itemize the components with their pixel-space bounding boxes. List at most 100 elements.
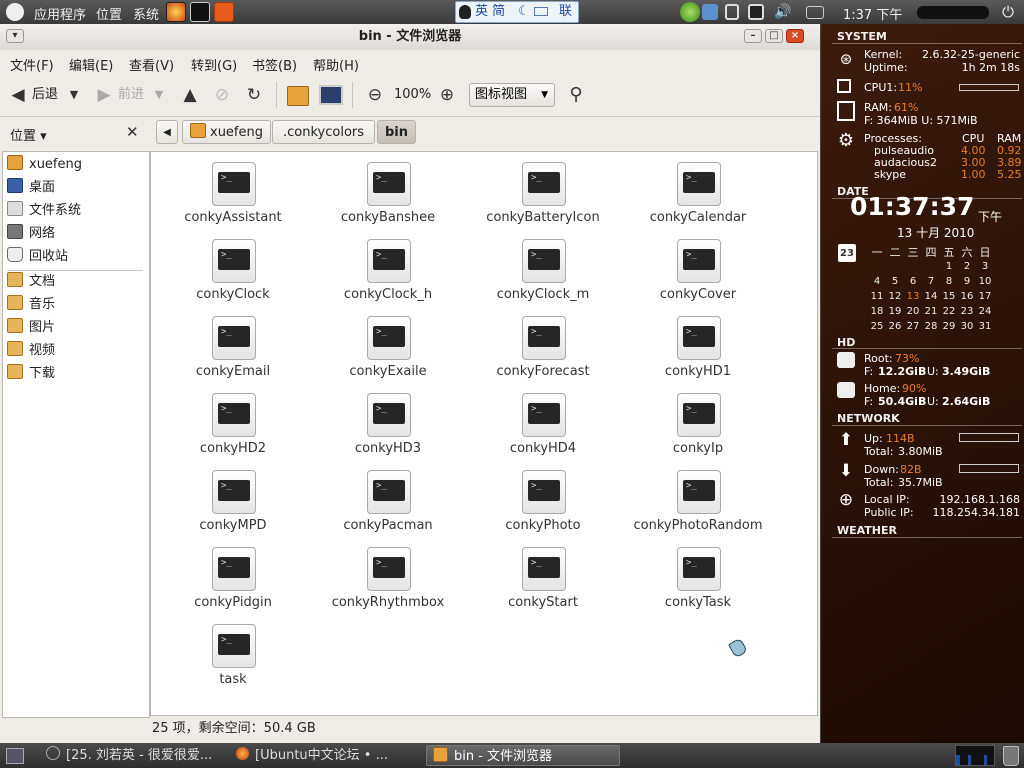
menu-go[interactable]: 转到(G): [191, 55, 237, 74]
breadcrumb-home[interactable]: xuefeng: [182, 120, 271, 144]
file-item[interactable]: >_ conkyStart: [468, 543, 618, 619]
menu-applications[interactable]: 应用程序: [34, 4, 86, 23]
back-button[interactable]: 后退: [32, 84, 58, 106]
input-method-bar[interactable]: 英 简 ☾ 联: [455, 1, 579, 23]
file-item[interactable]: >_ conkyHD1: [623, 312, 773, 388]
file-item[interactable]: >_ conkyRhythmbox: [313, 543, 463, 619]
ram-value: 61%: [894, 101, 919, 114]
sidebar-item-network[interactable]: 网络: [7, 224, 55, 244]
window-menu-button[interactable]: ▾: [6, 29, 24, 43]
download-launcher-icon[interactable]: [214, 2, 234, 22]
taskbar-item-music[interactable]: [25. 刘若英 - 很爱很爱...: [40, 745, 226, 766]
sidebar-header: 位置 ▾ ✕: [0, 117, 148, 149]
menu-file[interactable]: 文件(F): [10, 55, 54, 74]
script-file-icon: >_: [522, 547, 566, 591]
script-file-icon: >_: [522, 393, 566, 437]
maximize-button[interactable]: □: [765, 29, 783, 43]
file-item[interactable]: >_ conkyHD3: [313, 389, 463, 465]
stop-icon[interactable]: ⊘: [212, 85, 232, 105]
up-arrow-icon[interactable]: ▲: [180, 85, 200, 105]
search-icon[interactable]: ⚲: [566, 85, 586, 105]
system-monitor-graph[interactable]: [955, 745, 995, 766]
cpu-icon: [837, 79, 851, 93]
show-desktop-icon[interactable]: [6, 748, 24, 764]
browser-launcher-icon[interactable]: [166, 2, 186, 22]
menu-edit[interactable]: 编辑(E): [69, 55, 113, 74]
file-item[interactable]: >_ conkyCalendar: [623, 158, 773, 234]
file-item[interactable]: >_ conkyBatteryIcon: [468, 158, 618, 234]
forward-button[interactable]: 前进: [118, 84, 144, 106]
file-item[interactable]: >_ conkyMPD: [158, 466, 308, 542]
reload-icon[interactable]: ↻: [244, 85, 264, 105]
file-item[interactable]: >_ conkyAssistant: [158, 158, 308, 234]
sidebar-item-home[interactable]: xuefeng: [7, 155, 82, 175]
back-history-dropdown-icon[interactable]: ▼: [64, 85, 84, 105]
forward-history-dropdown-icon[interactable]: ▼: [149, 85, 169, 105]
taskbar-item-file-browser[interactable]: bin - 文件浏览器: [426, 745, 620, 766]
file-view: >_ conkyAssistant >_ conkyBanshee >_ conkyBat…: [150, 151, 818, 716]
file-item[interactable]: >_ conkyCover: [623, 235, 773, 311]
file-item[interactable]: >_ conkyPhotoRandom: [623, 466, 773, 542]
menu-help[interactable]: 帮助(H): [313, 55, 359, 74]
file-item[interactable]: >_ conkyIp: [623, 389, 773, 465]
sidebar-item-desktop[interactable]: 桌面: [7, 178, 55, 198]
calendar-day: 23: [960, 306, 974, 317]
ubuntu-foot-icon[interactable]: [6, 3, 24, 21]
indicator-icon[interactable]: [748, 4, 764, 20]
file-item[interactable]: >_ conkyPidgin: [158, 543, 308, 619]
close-button[interactable]: ×: [786, 29, 804, 43]
breadcrumb-back-button[interactable]: ◀: [156, 120, 178, 144]
dropbox-icon[interactable]: [702, 4, 718, 20]
trash-applet-icon[interactable]: [1003, 746, 1019, 766]
file-item[interactable]: >_ conkyTask: [623, 543, 773, 619]
chat-status-icon[interactable]: [680, 2, 700, 22]
clipboard-icon[interactable]: [725, 4, 739, 20]
file-item[interactable]: >_ conkyEmail: [158, 312, 308, 388]
file-item[interactable]: >_ conkyForecast: [468, 312, 618, 388]
volume-icon[interactable]: 🔊: [774, 2, 794, 22]
sidebar-item-filesystem[interactable]: 文件系统: [7, 201, 81, 221]
breadcrumb-bin[interactable]: bin: [377, 120, 417, 144]
file-item[interactable]: >_ conkyHD2: [158, 389, 308, 465]
power-icon[interactable]: ⏻: [998, 2, 1018, 22]
sidebar-item-downloads[interactable]: 下载: [7, 364, 55, 384]
home-used-label: U:: [927, 395, 939, 408]
sidebar-item-music[interactable]: 音乐: [7, 295, 55, 315]
sidebar-item-documents[interactable]: 文档: [7, 272, 55, 292]
zoom-in-icon[interactable]: ⊕: [437, 85, 457, 105]
taskbar-item-firefox[interactable]: [Ubuntu中文论坛 • ...: [230, 745, 422, 766]
terminal-launcher-icon[interactable]: [190, 2, 210, 22]
menu-places[interactable]: 位置: [96, 4, 122, 23]
calendar-day: 2: [963, 261, 971, 272]
sidebar-places-dropdown[interactable]: 位置 ▾: [10, 125, 47, 144]
zoom-out-icon[interactable]: ⊖: [365, 85, 385, 105]
forward-arrow-icon[interactable]: ▶: [94, 85, 114, 105]
file-item[interactable]: >_ conkyHD4: [468, 389, 618, 465]
window-titlebar[interactable]: bin - 文件浏览器 ▾ – □ ×: [0, 24, 820, 50]
file-item[interactable]: >_ conkyExaile: [313, 312, 463, 388]
computer-icon[interactable]: [319, 85, 343, 105]
calendar-day: 10: [978, 276, 992, 287]
file-item[interactable]: >_ conkyPacman: [313, 466, 463, 542]
file-item[interactable]: >_ conkyClock: [158, 235, 308, 311]
file-item[interactable]: >_ conkyPhoto: [468, 466, 618, 542]
breadcrumb-conkycolors[interactable]: .conkycolors: [272, 120, 376, 144]
menu-bookmarks[interactable]: 书签(B): [252, 55, 297, 74]
view-mode-select[interactable]: 图标视图 ▼: [469, 83, 555, 107]
sidebar-item-trash[interactable]: 回收站: [7, 247, 68, 267]
sidebar-item-pictures[interactable]: 图片: [7, 318, 55, 338]
mail-icon[interactable]: [806, 6, 824, 19]
menu-view[interactable]: 查看(V): [129, 55, 174, 74]
sidebar-item-videos[interactable]: 视频: [7, 341, 55, 361]
menu-system[interactable]: 系统: [133, 4, 159, 23]
file-item[interactable]: >_ conkyClock_h: [313, 235, 463, 311]
file-item[interactable]: >_ conkyClock_m: [468, 235, 618, 311]
file-item[interactable]: >_ conkyBanshee: [313, 158, 463, 234]
close-sidebar-icon[interactable]: ✕: [126, 123, 139, 141]
minimize-button[interactable]: –: [744, 29, 762, 43]
back-arrow-icon[interactable]: ◀: [8, 85, 28, 105]
conky-date: 13 十月 2010: [897, 226, 975, 240]
home-icon[interactable]: [287, 86, 309, 106]
file-item[interactable]: >_ task: [158, 620, 308, 696]
panel-clock[interactable]: 1:37 下午: [843, 4, 902, 23]
